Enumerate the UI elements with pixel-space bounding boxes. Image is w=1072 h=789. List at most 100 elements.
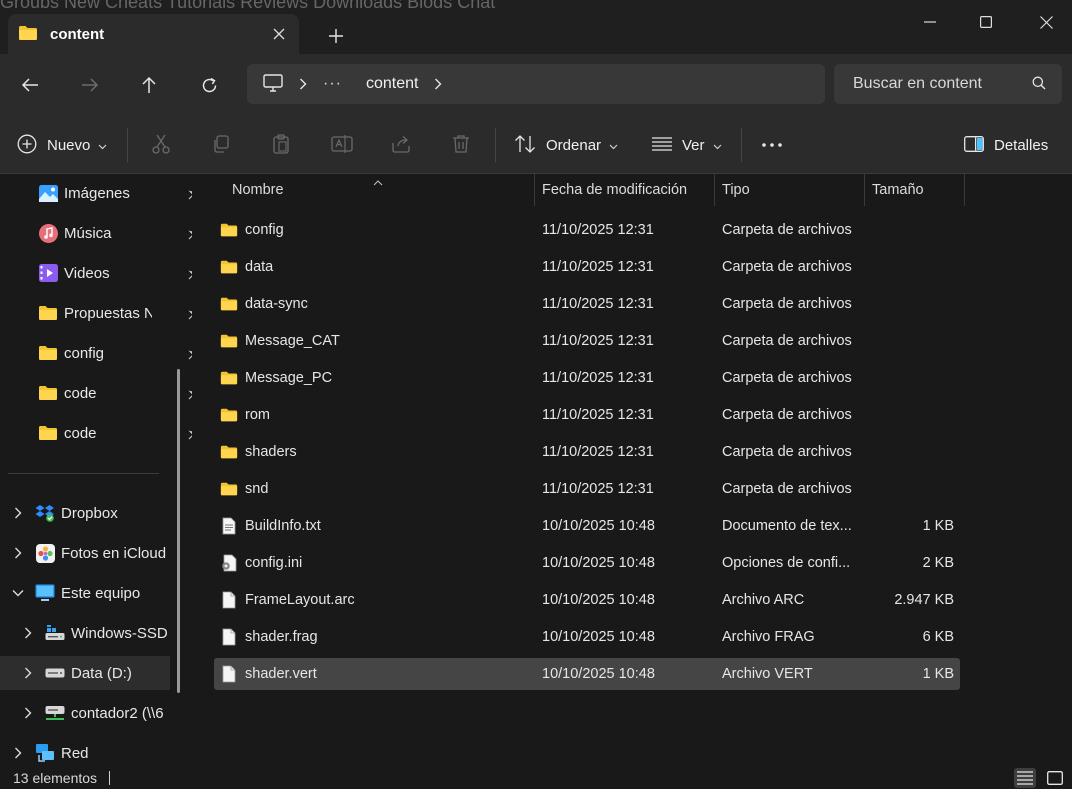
file-row[interactable]: shader.vert 10/10/2025 10:48 Archivo VERT 1… <box>214 658 960 690</box>
file-row[interactable]: config.ini 10/10/2025 10:48 Opciones de co… <box>214 547 960 579</box>
breadcrumb-chevron-icon[interactable] <box>434 78 442 90</box>
file-date: 10/10/2025 10:48 <box>542 592 655 608</box>
new-tab-button[interactable] <box>322 22 350 50</box>
sidebar-item-data-d[interactable]: Data (D:) <box>0 656 170 690</box>
view-button[interactable]: Ver <box>652 129 722 161</box>
file-name: snd <box>245 481 269 497</box>
share-button[interactable] <box>391 129 411 161</box>
network-icon <box>35 743 55 763</box>
sidebar-item-this-pc[interactable]: Este equipo <box>11 576 171 610</box>
paste-button[interactable] <box>271 129 291 161</box>
minimize-icon[interactable] <box>900 4 960 40</box>
chevron-right-icon[interactable] <box>21 666 35 680</box>
close-tab-icon[interactable] <box>265 20 293 48</box>
sidebar-item-code-2[interactable]: code <box>38 416 192 450</box>
sidebar-item-network[interactable]: Red <box>11 736 171 766</box>
sidebar-item-videos[interactable]: Videos <box>38 256 192 290</box>
folder-icon <box>220 406 238 424</box>
column-header-type[interactable]: Tipo <box>714 174 865 206</box>
tiles-view-icon[interactable] <box>1044 768 1066 788</box>
sort-label: Ordenar <box>546 136 602 154</box>
sidebar-item-music[interactable]: Música <box>38 216 192 250</box>
sort-icon <box>514 134 536 157</box>
sidebar-item-dropbox[interactable]: Dropbox <box>11 496 171 530</box>
file-name-cell: Message_PC <box>220 369 332 387</box>
chevron-right-icon[interactable] <box>11 746 25 760</box>
sidebar-item-icloud-photos[interactable]: Fotos en iCloud <box>11 536 171 570</box>
sidebar-scrollbar[interactable] <box>177 369 180 693</box>
file-name: BuildInfo.txt <box>245 518 321 534</box>
sidebar-item-label: Música <box>64 224 112 242</box>
column-header-date[interactable]: Fecha de modificación <box>534 174 715 206</box>
rename-button[interactable] <box>331 129 353 161</box>
delete-button[interactable] <box>451 129 471 161</box>
cut-button[interactable] <box>151 129 171 161</box>
file-name: Message_PC <box>245 370 333 386</box>
sidebar-item-propuestas[interactable]: Propuestas N <box>38 296 192 330</box>
file-row[interactable]: data 11/10/2025 12:31 Carpeta de archivos <box>214 251 960 283</box>
forward-arrow-icon[interactable] <box>73 68 107 102</box>
sidebar-divider <box>8 473 159 474</box>
sidebar-item-code[interactable]: code <box>38 376 192 410</box>
file-type: Archivo VERT <box>722 666 813 682</box>
up-arrow-icon[interactable] <box>132 68 166 102</box>
details-view-icon[interactable] <box>1014 768 1036 788</box>
file-name-cell: config.ini <box>220 554 302 572</box>
toolbar-divider <box>127 128 128 162</box>
file-date: 10/10/2025 10:48 <box>542 666 655 682</box>
file-row[interactable]: config 11/10/2025 12:31 Carpeta de archivo… <box>214 214 960 246</box>
file-name: rom <box>245 407 270 423</box>
sidebar-item-label: Propuestas N <box>64 304 152 322</box>
file-name-cell: FrameLayout.arc <box>220 591 355 609</box>
new-button[interactable]: Nuevo <box>17 129 107 161</box>
close-window-icon[interactable] <box>1016 4 1072 40</box>
file-row[interactable]: snd 11/10/2025 12:31 Carpeta de archivos <box>214 473 960 505</box>
maximize-icon[interactable] <box>956 4 1016 40</box>
tab-content[interactable]: content <box>8 14 299 54</box>
file-date: 11/10/2025 12:31 <box>542 259 654 275</box>
file-type: Opciones de confi... <box>722 555 851 571</box>
file-row[interactable]: FrameLayout.arc 10/10/2025 10:48 Archivo A… <box>214 584 960 616</box>
chevron-right-icon[interactable] <box>21 626 35 640</box>
sidebar-item-pictures[interactable]: Imágenes <box>38 176 192 210</box>
file-row[interactable]: Message_PC 11/10/2025 12:31 Carpeta de arc… <box>214 362 960 394</box>
folder-icon <box>220 480 238 498</box>
share-icon <box>391 134 411 157</box>
search-input[interactable]: Buscar en content <box>834 64 1062 104</box>
file-row[interactable]: data-sync 11/10/2025 12:31 Carpeta de arch… <box>214 288 960 320</box>
sidebar-item-contador2[interactable]: contador2 (\\6 <box>21 696 171 730</box>
search-icon <box>1032 76 1046 93</box>
chevron-right-icon[interactable] <box>21 706 35 720</box>
column-header-size[interactable]: Tamaño <box>864 174 965 206</box>
chevron-down-icon[interactable] <box>11 586 25 600</box>
breadcrumb-content[interactable]: content <box>366 75 418 93</box>
sidebar-item-label: Data (D:) <box>71 664 132 682</box>
breadcrumb-chevron-icon[interactable] <box>299 78 307 90</box>
file-name-cell: shader.vert <box>220 665 317 683</box>
sort-button[interactable]: Ordenar <box>514 129 618 161</box>
view-label: Ver <box>682 136 705 154</box>
more-options-icon[interactable] <box>762 129 782 161</box>
file-row[interactable]: shader.frag 10/10/2025 10:48 Archivo FRAG 6… <box>214 621 960 653</box>
sidebar-item-config[interactable]: config <box>38 336 192 370</box>
address-bar[interactable]: ··· content <box>247 64 825 104</box>
file-row[interactable]: BuildInfo.txt 10/10/2025 10:48 Documento d… <box>214 510 960 542</box>
back-arrow-icon[interactable] <box>13 68 47 102</box>
scissors-icon <box>151 134 171 157</box>
new-label: Nuevo <box>47 136 91 154</box>
breadcrumb-overflow-icon[interactable]: ··· <box>323 75 342 93</box>
file-name: config.ini <box>245 555 303 571</box>
file-row[interactable]: shaders 11/10/2025 12:31 Carpeta de archiv… <box>214 436 960 468</box>
this-pc-icon <box>35 583 55 603</box>
sidebar-item-windows-ssd[interactable]: Windows-SSD <box>21 616 171 650</box>
copy-button[interactable] <box>211 129 231 161</box>
chevron-right-icon[interactable] <box>11 546 25 560</box>
status-bar: 13 elementos <box>0 766 1072 789</box>
drive-icon <box>45 663 65 683</box>
refresh-icon[interactable] <box>192 68 226 102</box>
command-bar: Nuevo Ordenar Ver Detalles <box>0 116 1072 174</box>
file-row[interactable]: rom 11/10/2025 12:31 Carpeta de archivos <box>214 399 960 431</box>
details-button[interactable]: Detalles <box>964 129 1048 161</box>
file-row[interactable]: Message_CAT 11/10/2025 12:31 Carpeta de ar… <box>214 325 960 357</box>
chevron-right-icon[interactable] <box>11 506 25 520</box>
